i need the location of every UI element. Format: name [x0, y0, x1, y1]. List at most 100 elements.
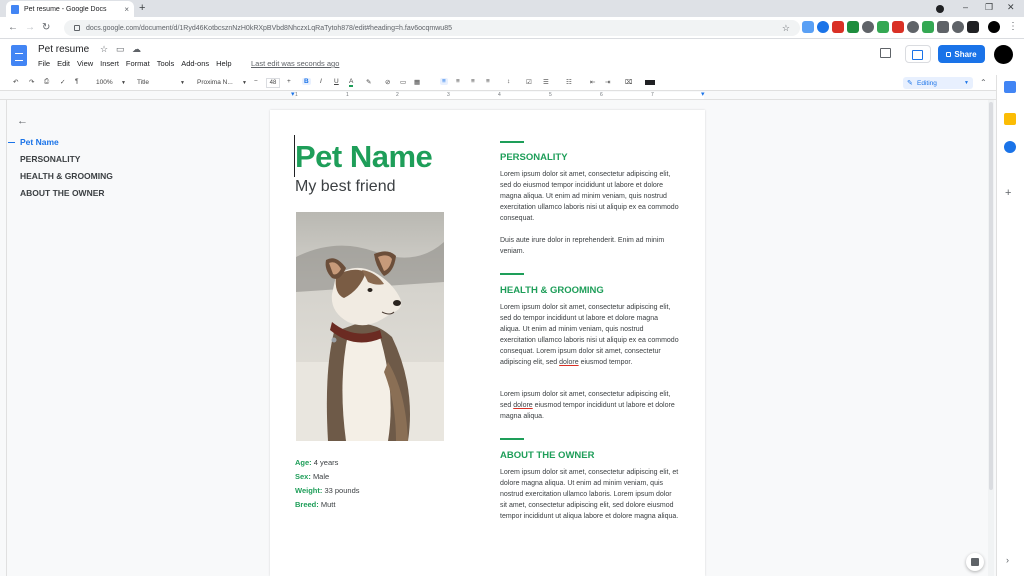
- forward-button[interactable]: →: [25, 22, 35, 33]
- extension-icon[interactable]: [862, 21, 874, 33]
- section-heading-health-grooming[interactable]: HEALTH & GROOMING: [500, 285, 604, 296]
- document-title[interactable]: Pet resume: [38, 44, 89, 55]
- menu-item-edit[interactable]: Edit: [57, 59, 70, 68]
- extension-icon[interactable]: [937, 21, 949, 33]
- redo-icon[interactable]: ↷: [29, 78, 34, 86]
- bold-button[interactable]: B: [302, 78, 311, 85]
- new-tab-button[interactable]: +: [139, 2, 145, 14]
- horizontal-ruler[interactable]: ▾ ▾ 1 1 2 3 4 5 6 7: [0, 91, 998, 100]
- extension-icon[interactable]: [952, 21, 964, 33]
- calendar-icon[interactable]: [1004, 81, 1016, 93]
- clear-formatting-icon[interactable]: ⌧: [625, 78, 633, 86]
- line-spacing-icon[interactable]: ↕: [507, 78, 510, 85]
- owner-paragraph[interactable]: Lorem ipsum dolor sit amet, consectetur …: [500, 467, 680, 522]
- dog-photo[interactable]: [296, 212, 444, 441]
- keep-icon[interactable]: [1004, 113, 1016, 125]
- address-bar[interactable]: docs.google.com/document/d/1Ryd46Kotbcsz…: [64, 20, 800, 36]
- decrease-indent-icon[interactable]: ⇤: [590, 78, 595, 86]
- spellcheck-icon[interactable]: ✓: [60, 78, 65, 86]
- align-left-icon[interactable]: ≡: [440, 78, 448, 85]
- close-outline-icon[interactable]: ←: [17, 115, 28, 127]
- share-button[interactable]: Share: [938, 45, 985, 63]
- menu-item-view[interactable]: View: [77, 59, 93, 68]
- personality-paragraph-1[interactable]: Lorem ipsum dolor sit amet, consectetur …: [500, 169, 680, 224]
- browser-menu-icon[interactable]: ⋮: [1008, 21, 1018, 32]
- show-side-panel-icon[interactable]: ›: [1006, 555, 1009, 565]
- last-edit-link[interactable]: Last edit was seconds ago: [251, 59, 339, 68]
- pet-subtitle[interactable]: My best friend: [295, 178, 395, 196]
- font-select[interactable]: Proxima N... ▼: [197, 77, 247, 88]
- font-size-input[interactable]: 48: [266, 78, 280, 88]
- italic-button[interactable]: I: [320, 78, 322, 85]
- menu-item-format[interactable]: Format: [126, 59, 150, 68]
- get-addons-icon[interactable]: +: [1005, 187, 1011, 199]
- health-paragraph-2[interactable]: Lorem ipsum dolor sit amet, consectetur …: [500, 389, 680, 422]
- docs-logo-icon[interactable]: [11, 45, 27, 66]
- extension-icon[interactable]: [817, 21, 829, 33]
- reload-button[interactable]: ↻: [42, 22, 50, 33]
- checklist-icon[interactable]: ☑: [526, 78, 532, 86]
- align-center-icon[interactable]: ≡: [456, 78, 460, 85]
- paint-format-icon[interactable]: ¶: [75, 78, 79, 85]
- personality-paragraph-2[interactable]: Duis aute irure dolor in reprehenderit. …: [500, 235, 680, 257]
- outline-item-pet-name[interactable]: Pet Name: [20, 137, 59, 147]
- present-button[interactable]: [905, 45, 931, 63]
- menu-item-file[interactable]: File: [38, 59, 50, 68]
- decrease-font-size-button[interactable]: −: [254, 78, 258, 85]
- cloud-status-icon[interactable]: ☁: [132, 44, 141, 55]
- tab-close-icon[interactable]: ×: [124, 5, 129, 14]
- pet-facts[interactable]: Age: 4 years Sex: Male Weight: 33 pounds…: [295, 456, 360, 512]
- pet-name-title[interactable]: Pet Name: [295, 139, 433, 175]
- tasks-icon[interactable]: [1004, 141, 1016, 153]
- zoom-select[interactable]: 100% ▼: [96, 77, 126, 88]
- minimize-button[interactable]: –: [963, 2, 968, 12]
- scrollbar-thumb[interactable]: [989, 102, 993, 490]
- bulleted-list-icon[interactable]: ☰: [543, 78, 549, 86]
- vertical-ruler[interactable]: [0, 100, 7, 576]
- section-heading-about-owner[interactable]: ABOUT THE OWNER: [500, 450, 594, 461]
- undo-icon[interactable]: ↶: [13, 78, 18, 86]
- add-comment-icon[interactable]: ▭: [400, 78, 406, 86]
- extension-icon[interactable]: [907, 21, 919, 33]
- align-right-icon[interactable]: ≡: [471, 78, 475, 85]
- left-indent-marker[interactable]: ▾: [291, 91, 295, 98]
- extension-icon[interactable]: [832, 21, 844, 33]
- extension-icon[interactable]: [847, 21, 859, 33]
- extension-icon[interactable]: [877, 21, 889, 33]
- align-justify-icon[interactable]: ≡: [486, 78, 490, 85]
- numbered-list-icon[interactable]: ☷: [566, 78, 572, 86]
- explore-button[interactable]: [966, 553, 984, 571]
- close-window-button[interactable]: ✕: [1007, 2, 1015, 13]
- bookmark-star-icon[interactable]: ☆: [782, 23, 790, 34]
- underline-button[interactable]: U: [334, 78, 339, 85]
- outline-item-about-owner[interactable]: ABOUT THE OWNER: [20, 188, 105, 198]
- highlight-icon[interactable]: ✎: [366, 78, 371, 86]
- health-paragraph-1[interactable]: Lorem ipsum dolor sit amet, consectetur …: [500, 302, 680, 368]
- back-button[interactable]: ←: [8, 22, 18, 33]
- menu-item-tools[interactable]: Tools: [157, 59, 175, 68]
- print-icon[interactable]: ⎙: [44, 78, 49, 86]
- browser-tab[interactable]: Pet resume - Google Docs ×: [6, 1, 134, 17]
- menu-item-help[interactable]: Help: [216, 59, 231, 68]
- outline-item-health-grooming[interactable]: HEALTH & GROOMING: [20, 171, 113, 181]
- editing-mode-select[interactable]: Editing ▼: [903, 77, 973, 89]
- spelling-underline[interactable]: dolore: [513, 402, 532, 409]
- move-folder-icon[interactable]: ▭: [116, 44, 125, 55]
- maximize-button[interactable]: ❐: [985, 2, 993, 13]
- input-tools-icon[interactable]: [645, 80, 655, 85]
- extension-icon[interactable]: [892, 21, 904, 33]
- insert-link-icon[interactable]: ⊘: [385, 78, 390, 86]
- extension-icon[interactable]: [922, 21, 934, 33]
- account-avatar[interactable]: [994, 45, 1013, 64]
- extension-icon[interactable]: [802, 21, 814, 33]
- right-indent-marker[interactable]: ▾: [701, 91, 705, 98]
- increase-font-size-button[interactable]: +: [287, 78, 291, 85]
- extension-icon[interactable]: [967, 21, 979, 33]
- comment-history-icon[interactable]: [880, 48, 891, 58]
- style-select[interactable]: Title ▼: [137, 77, 185, 88]
- tab-search-icon[interactable]: [936, 5, 944, 13]
- section-heading-personality[interactable]: PERSONALITY: [500, 152, 568, 163]
- spelling-underline[interactable]: dolore: [559, 359, 578, 366]
- text-color-button[interactable]: A: [349, 78, 354, 87]
- outline-item-personality[interactable]: PERSONALITY: [20, 154, 80, 164]
